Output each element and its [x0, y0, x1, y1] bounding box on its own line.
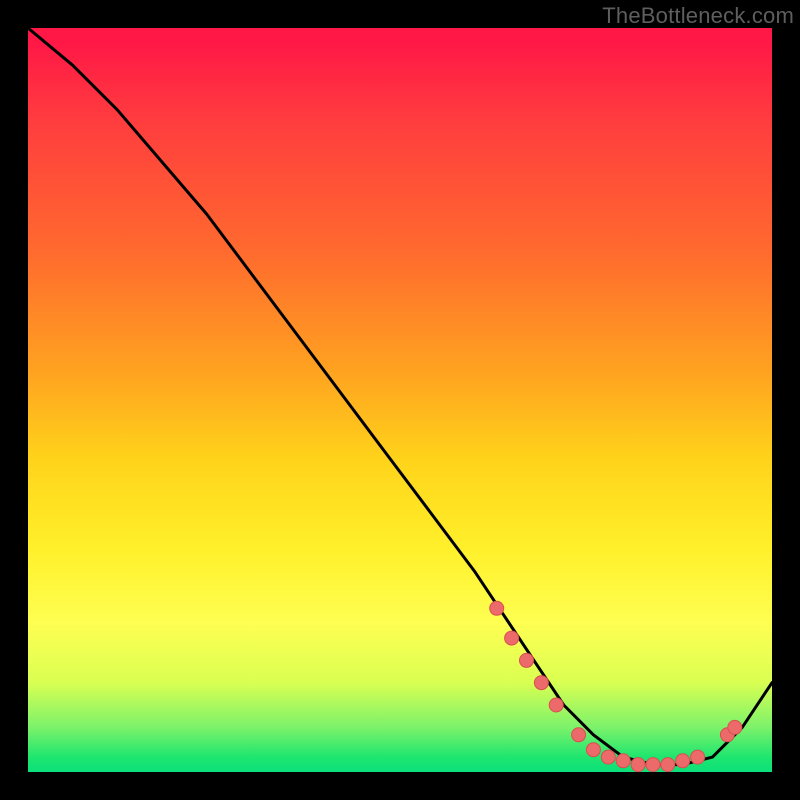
- curve-markers: [490, 601, 742, 771]
- curve-marker: [586, 743, 600, 757]
- curve-marker: [728, 720, 742, 734]
- curve-marker: [534, 676, 548, 690]
- curve-marker: [631, 758, 645, 772]
- chart-svg: [28, 28, 772, 772]
- watermark-text: TheBottleneck.com: [602, 3, 794, 29]
- curve-marker: [661, 758, 675, 772]
- curve-marker: [572, 728, 586, 742]
- curve-marker: [616, 754, 630, 768]
- curve-marker: [601, 750, 615, 764]
- chart-frame: [28, 28, 772, 772]
- curve-marker: [646, 758, 660, 772]
- curve-marker: [691, 750, 705, 764]
- curve-marker: [490, 601, 504, 615]
- curve-marker: [549, 698, 563, 712]
- curve-marker: [505, 631, 519, 645]
- curve-marker: [520, 653, 534, 667]
- bottleneck-curve: [28, 28, 772, 765]
- curve-marker: [676, 754, 690, 768]
